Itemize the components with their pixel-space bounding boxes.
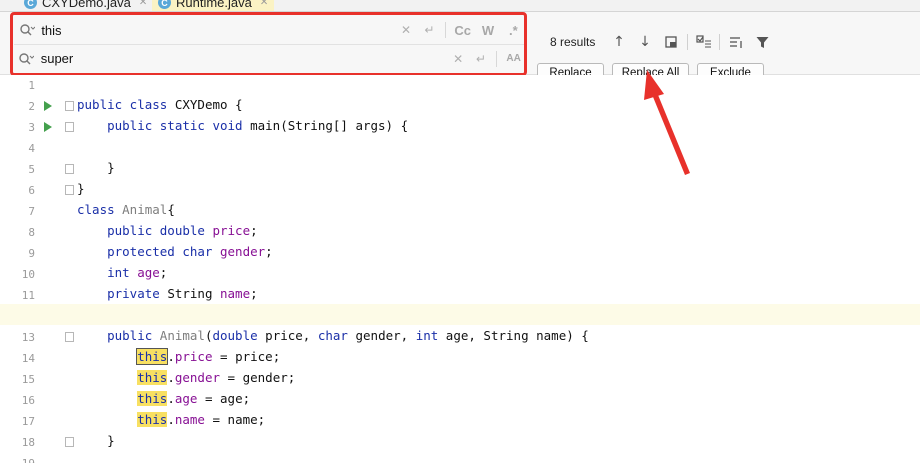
search-match: this bbox=[137, 412, 168, 427]
editor-tab-bar: C CXYDemo.java ✕ C Runtime.java ✕ bbox=[0, 0, 920, 12]
code-line-11: private String name; bbox=[77, 286, 258, 301]
code-line-14: this.price = price; bbox=[136, 348, 281, 365]
replace-search-icon[interactable] bbox=[14, 52, 39, 66]
line-number: 18 bbox=[21, 436, 35, 449]
code-line-18: } bbox=[77, 433, 115, 448]
filter-options-icon[interactable] bbox=[727, 32, 747, 52]
code-line-3: public static void main(String[] args) { bbox=[77, 118, 409, 133]
tab-label: Runtime.java bbox=[176, 0, 252, 10]
line-number: 2 bbox=[28, 100, 35, 113]
tab-runtime[interactable]: C Runtime.java ✕ bbox=[152, 0, 275, 11]
select-all-occurrences-icon[interactable] bbox=[694, 32, 714, 52]
code-line-7: class Animal{ bbox=[77, 202, 175, 217]
search-match: this bbox=[137, 370, 168, 385]
line-number: 6 bbox=[28, 184, 35, 197]
code-line-12-current bbox=[0, 304, 920, 325]
line-number: 1 bbox=[28, 79, 35, 92]
regex-toggle[interactable]: .* bbox=[501, 23, 526, 38]
line-number: 11 bbox=[21, 289, 35, 302]
code-line-6: } bbox=[77, 181, 85, 196]
divider bbox=[687, 34, 688, 50]
code-line-17: this.name = name; bbox=[137, 412, 266, 427]
line-number: 10 bbox=[21, 268, 35, 281]
results-count: 8 results bbox=[550, 35, 596, 49]
code-line-9: protected char gender; bbox=[77, 244, 273, 259]
fold-icon[interactable] bbox=[65, 332, 74, 342]
close-icon[interactable]: ✕ bbox=[260, 0, 268, 8]
line-number: 14 bbox=[21, 352, 35, 365]
java-class-icon: C bbox=[24, 0, 37, 9]
line-number: 5 bbox=[28, 163, 35, 176]
newline-icon[interactable]: ↵ bbox=[470, 52, 493, 66]
run-icon[interactable] bbox=[44, 101, 52, 111]
clear-icon[interactable]: ✕ bbox=[447, 52, 470, 66]
tab-cxydemo[interactable]: C CXYDemo.java ✕ bbox=[24, 0, 147, 11]
divider bbox=[445, 22, 447, 38]
close-icon[interactable]: ✕ bbox=[139, 0, 147, 8]
arrow-down-icon[interactable]: ↓ bbox=[635, 32, 655, 52]
line-number: 15 bbox=[21, 373, 35, 386]
line-number: 17 bbox=[21, 415, 35, 428]
whole-words-toggle[interactable]: W bbox=[475, 23, 500, 38]
line-number: 9 bbox=[28, 247, 35, 260]
code-line-16: this.age = age; bbox=[137, 391, 251, 406]
find-row: this ✕ ↵ Cc W .* bbox=[14, 16, 526, 44]
code-line-5: } bbox=[77, 160, 115, 175]
line-number: 19 bbox=[0, 457, 35, 463]
line-number: 3 bbox=[28, 121, 35, 134]
search-match-current: this bbox=[136, 348, 169, 365]
find-input[interactable]: this bbox=[39, 23, 394, 38]
newline-icon[interactable]: ↵ bbox=[418, 23, 441, 37]
fold-icon[interactable] bbox=[65, 437, 74, 447]
replace-input[interactable]: super bbox=[39, 51, 394, 66]
match-case-toggle[interactable]: Cc bbox=[450, 23, 475, 38]
code-line-8: public double price; bbox=[77, 223, 258, 238]
divider bbox=[719, 34, 720, 50]
fold-icon[interactable] bbox=[65, 101, 74, 111]
fold-icon[interactable] bbox=[65, 185, 74, 195]
line-number: 16 bbox=[21, 394, 35, 407]
fold-icon[interactable] bbox=[65, 164, 74, 174]
filter-icon[interactable] bbox=[752, 32, 772, 52]
code-line-13: public Animal(double price, char gender,… bbox=[77, 328, 589, 343]
code-line-10: int age; bbox=[77, 265, 168, 280]
line-number: 7 bbox=[28, 205, 35, 218]
search-icon[interactable] bbox=[14, 23, 39, 37]
preserve-case-toggle[interactable]: AA bbox=[501, 53, 526, 64]
code-area[interactable]: public class CXYDemo { public static voi… bbox=[0, 75, 920, 463]
tab-label: CXYDemo.java bbox=[42, 0, 131, 10]
line-number: 8 bbox=[28, 226, 35, 239]
code-line-15: this.gender = gender; bbox=[137, 370, 296, 385]
fold-icon[interactable] bbox=[65, 122, 74, 132]
search-match: this bbox=[137, 391, 168, 406]
find-replace-panel: this ✕ ↵ Cc W .* super ✕ ↵ AA 8 results … bbox=[0, 12, 920, 82]
line-number: 4 bbox=[28, 142, 35, 155]
replace-row: super ✕ ↵ AA bbox=[14, 44, 526, 72]
open-in-window-icon[interactable] bbox=[661, 32, 681, 52]
clear-icon[interactable]: ✕ bbox=[394, 23, 417, 37]
line-number: 13 bbox=[21, 331, 35, 344]
divider bbox=[496, 50, 498, 67]
run-icon[interactable] bbox=[44, 122, 52, 132]
code-line-2: public class CXYDemo { bbox=[77, 97, 243, 112]
arrow-up-icon[interactable]: ↑ bbox=[609, 32, 629, 52]
java-class-icon: C bbox=[158, 0, 171, 9]
code-editor[interactable]: 1 2 3 4 5 6 7 8 9 10 11 12 13 14 15 16 1… bbox=[0, 75, 920, 463]
gutter: 1 2 3 4 5 6 7 8 9 10 11 12 13 14 15 16 1… bbox=[0, 75, 74, 463]
